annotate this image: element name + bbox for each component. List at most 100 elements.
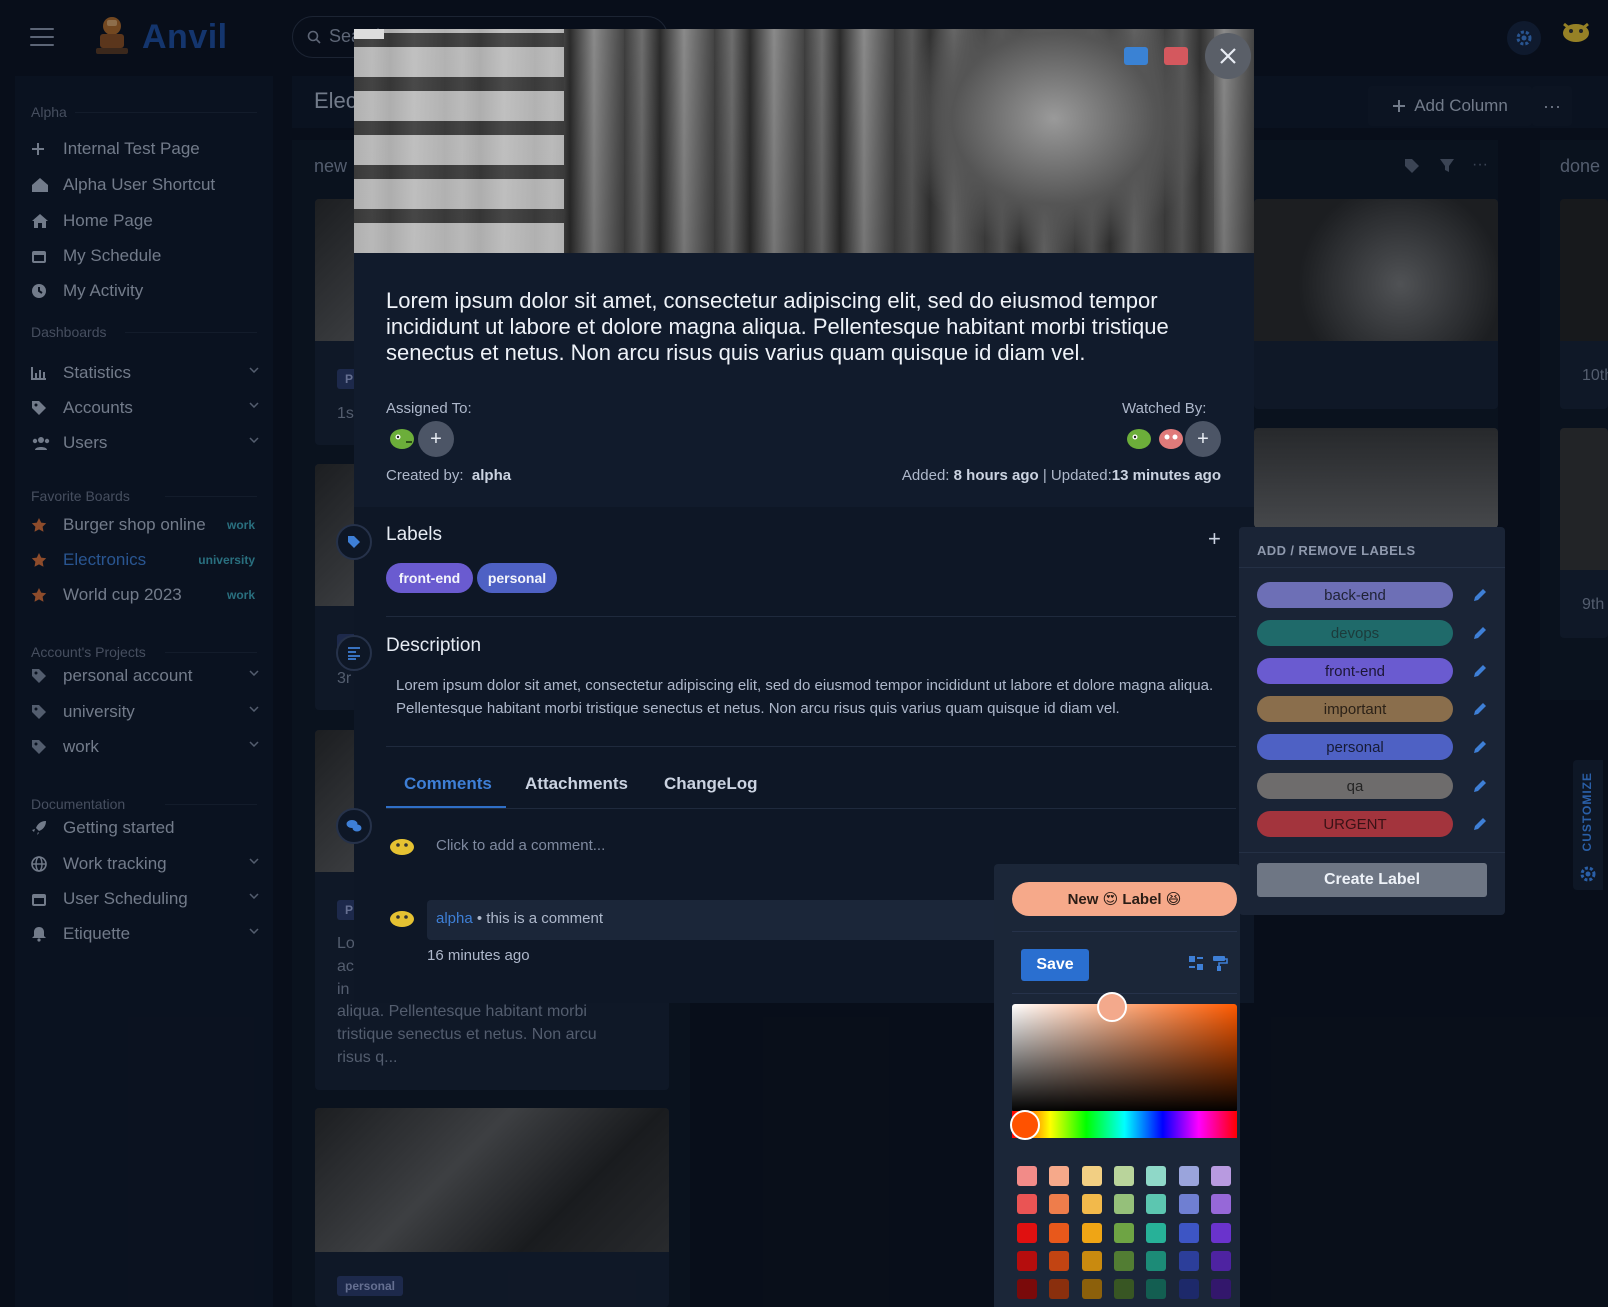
sidebar-item-users[interactable]: Users (31, 428, 259, 458)
board-more-button[interactable]: ··· (1532, 86, 1572, 126)
sidebar-item-personal-account[interactable]: personal account (31, 661, 259, 691)
menu-icon[interactable] (30, 28, 54, 46)
label-option[interactable]: qa (1257, 773, 1453, 799)
add-watcher-button[interactable]: + (1185, 421, 1221, 457)
sidebar-item-getting-started[interactable]: Getting started (31, 813, 259, 843)
sidebar-item-statistics[interactable]: Statistics (31, 358, 259, 388)
color-swatch[interactable] (1081, 1166, 1102, 1186)
sidebar-item-alpha-user-shortcut[interactable]: Alpha User Shortcut (31, 170, 259, 200)
sidebar-item-my-schedule[interactable]: My Schedule (31, 241, 259, 271)
sidebar-item-home-page[interactable]: Home Page (31, 206, 259, 236)
color-swatch[interactable] (1178, 1222, 1199, 1243)
saturation-handle[interactable] (1097, 992, 1127, 1022)
label-option[interactable]: personal (1257, 734, 1453, 760)
task-card[interactable]: personal (315, 1108, 669, 1307)
color-swatch[interactable] (1049, 1279, 1070, 1300)
color-swatch[interactable] (1113, 1222, 1134, 1243)
color-swatch[interactable] (1081, 1222, 1102, 1243)
saturation-value-area[interactable] (1012, 1004, 1237, 1112)
color-swatch[interactable] (1146, 1279, 1167, 1300)
color-swatch[interactable] (1178, 1194, 1199, 1215)
add-column-button[interactable]: Add Column (1368, 86, 1532, 126)
hue-handle[interactable] (1010, 1110, 1040, 1140)
app-logo-text[interactable]: Anvil (142, 18, 228, 57)
filter-icon[interactable] (1439, 158, 1455, 174)
tab-changelog[interactable]: ChangeLog (664, 774, 758, 794)
color-swatch[interactable] (1049, 1194, 1070, 1215)
color-swatch[interactable] (1210, 1194, 1231, 1215)
color-swatch[interactable] (1017, 1279, 1037, 1300)
color-swatch[interactable] (1113, 1166, 1134, 1186)
tab-comments[interactable]: Comments (404, 774, 492, 794)
sidebar-item-accounts[interactable]: Accounts (31, 393, 259, 423)
task-card[interactable]: 10th (1560, 199, 1608, 409)
color-swatch[interactable] (1210, 1222, 1231, 1243)
settings-button[interactable] (1507, 21, 1541, 55)
color-swatch[interactable] (1017, 1222, 1037, 1243)
color-swatch[interactable] (1178, 1250, 1199, 1271)
sidebar-item-work-tracking[interactable]: Work tracking (31, 849, 259, 879)
tag-icon[interactable] (1404, 158, 1420, 174)
comment-author[interactable]: alpha (436, 910, 473, 927)
edit-icon[interactable] (1472, 587, 1488, 603)
close-modal-button[interactable] (1205, 33, 1251, 79)
color-swatch[interactable] (1146, 1194, 1167, 1215)
color-swatch[interactable] (1017, 1194, 1037, 1215)
customize-tab[interactable]: CUSTOMIZE (1573, 760, 1603, 890)
assignee-avatar-icon[interactable] (388, 425, 416, 451)
color-swatch[interactable] (1113, 1250, 1134, 1271)
label-option[interactable]: important (1257, 696, 1453, 722)
label-option[interactable]: devops (1257, 620, 1453, 646)
created-by-user[interactable]: alpha (472, 467, 511, 484)
edit-icon[interactable] (1472, 816, 1488, 832)
color-swatch[interactable] (1049, 1250, 1070, 1271)
color-swatch[interactable] (1081, 1250, 1102, 1271)
flag-icon[interactable] (1124, 47, 1148, 65)
sidebar-item-electronics[interactable]: Electronics university (31, 545, 259, 575)
comment-input[interactable]: Click to add a comment... (436, 837, 605, 854)
sidebar-item-internal-test-page[interactable]: Internal Test Page (31, 134, 259, 164)
sidebar-item-work[interactable]: work (31, 732, 259, 762)
color-swatch[interactable] (1146, 1222, 1167, 1243)
flag-icon[interactable] (1164, 47, 1188, 65)
color-swatch[interactable] (1049, 1222, 1070, 1243)
sidebar-item-burger-shop-online[interactable]: Burger shop online work (31, 510, 259, 540)
sidebar-item-user-scheduling[interactable]: User Scheduling (31, 884, 259, 914)
task-card[interactable]: 9th (1560, 428, 1608, 638)
edit-icon[interactable] (1472, 663, 1488, 679)
column-more-icon[interactable]: ··· (1472, 156, 1488, 174)
edit-icon[interactable] (1472, 625, 1488, 641)
color-swatch[interactable] (1081, 1279, 1102, 1300)
edit-icon[interactable] (1472, 739, 1488, 755)
label-option[interactable]: front-end (1257, 658, 1453, 684)
color-swatch[interactable] (1049, 1166, 1070, 1186)
color-swatch[interactable] (1210, 1279, 1231, 1300)
label-option[interactable]: URGENT (1257, 811, 1453, 837)
color-swatch[interactable] (1113, 1279, 1134, 1300)
edit-icon[interactable] (1472, 778, 1488, 794)
sidebar-item-my-activity[interactable]: My Activity (31, 276, 259, 306)
color-swatch[interactable] (1210, 1250, 1231, 1271)
color-swatch[interactable] (1017, 1250, 1037, 1271)
tab-attachments[interactable]: Attachments (525, 774, 628, 794)
shuffle-icon[interactable] (1188, 955, 1204, 971)
description-text[interactable]: Lorem ipsum dolor sit amet, consectetur … (396, 674, 1216, 720)
color-swatch[interactable] (1178, 1166, 1199, 1186)
label-preview[interactable]: New 😍 Label 😆 (1012, 882, 1237, 916)
label-pill[interactable]: personal (477, 563, 557, 593)
create-label-button[interactable]: Create Label (1257, 863, 1487, 897)
color-swatch[interactable] (1146, 1250, 1167, 1271)
add-assignee-button[interactable]: + (418, 421, 454, 457)
user-avatar-icon[interactable] (1560, 18, 1592, 46)
sidebar-item-university[interactable]: university (31, 697, 259, 727)
task-card[interactable] (1254, 199, 1498, 409)
color-swatch[interactable] (1113, 1194, 1134, 1215)
save-button[interactable]: Save (1021, 949, 1089, 981)
sidebar-item-world-cup-2023[interactable]: World cup 2023 work (31, 580, 259, 610)
hue-slider[interactable] (1012, 1111, 1237, 1138)
color-swatch[interactable] (1081, 1194, 1102, 1215)
color-swatch[interactable] (1178, 1279, 1199, 1300)
paint-roller-icon[interactable] (1212, 955, 1228, 971)
color-swatch[interactable] (1146, 1166, 1167, 1186)
label-option[interactable]: back-end (1257, 582, 1453, 608)
